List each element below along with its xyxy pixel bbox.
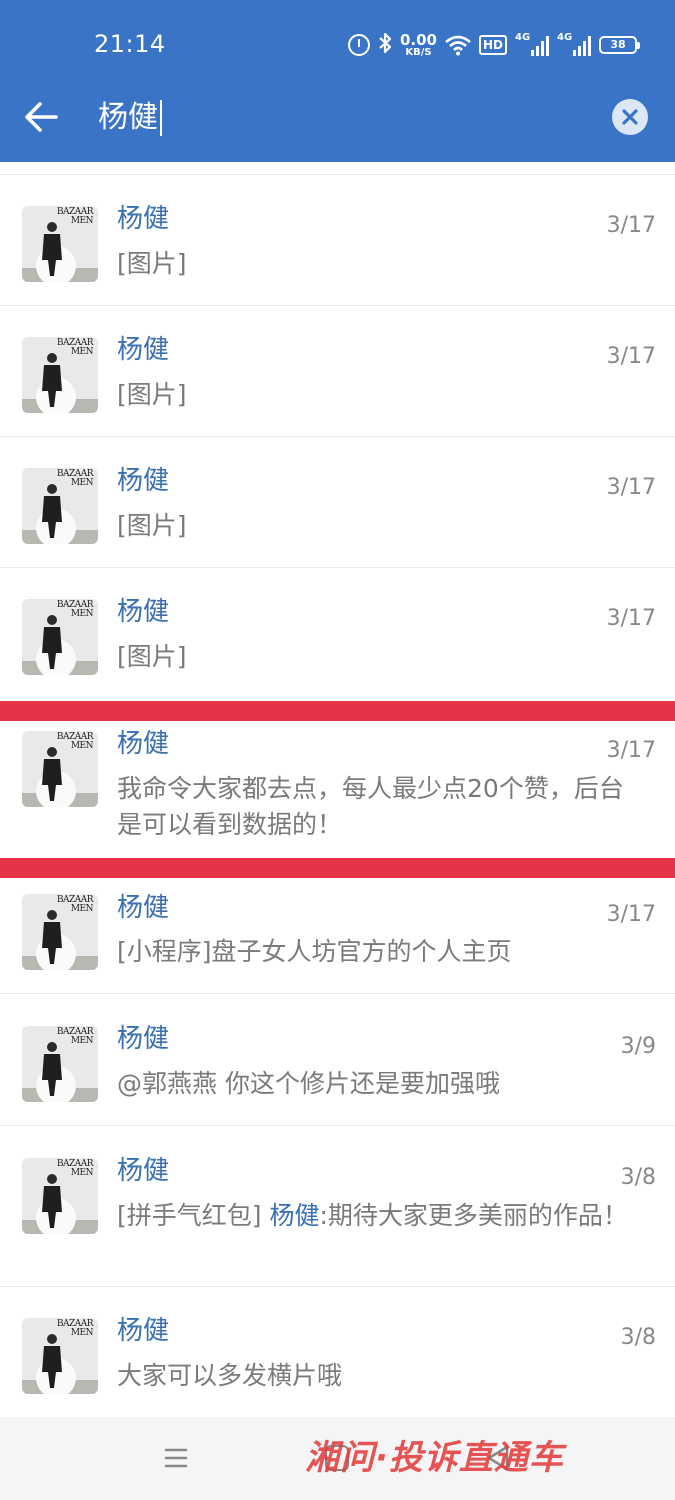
redpacket-text: :期待大家更多美丽的作品！ <box>319 1201 628 1230</box>
message-preview: [图片] <box>117 249 187 278</box>
search-query: 杨健 <box>98 100 158 135</box>
status-icons: 0.00 KB/S HD 4G 4G 38 <box>347 28 640 62</box>
back-arrow-icon[interactable] <box>22 97 60 137</box>
result-row[interactable]: BAZAAR MEN 杨健 3/17 [图片] <box>0 175 675 306</box>
result-row[interactable]: BAZAAR MEN 杨健 3/17 [图片] <box>0 306 675 437</box>
sender-name: 杨健 <box>117 204 170 234</box>
wifi-icon <box>445 34 471 56</box>
message-date: 3/9 <box>620 1034 656 1059</box>
avatar-magazine-logo: BAZAAR MEN <box>56 338 94 357</box>
avatar-magazine-logo: BAZAAR MEN <box>56 895 94 914</box>
message-preview-line2: 是可以看到数据的！ <box>117 810 343 839</box>
result-row[interactable]: BAZAAR MEN 杨健 3/17 [小程序]盘子女人坊官方的个人主页 <box>0 878 675 994</box>
avatar: BAZAAR MEN <box>22 1158 98 1234</box>
watermark-logo: 湘问·投诉直通车 <box>305 1438 564 1478</box>
highlight-bar-bottom <box>0 858 675 878</box>
result-row[interactable]: BAZAAR MEN 杨健 3/8 大家可以多发横片哦 <box>0 1287 675 1417</box>
sender-name: 杨健 <box>117 893 170 923</box>
sim2-label: 4G <box>557 32 573 43</box>
sender-name: 杨健 <box>117 729 170 759</box>
message-preview: [小程序]盘子女人坊官方的个人主页 <box>117 937 512 966</box>
avatar-magazine-logo: BAZAAR MEN <box>56 207 94 226</box>
sender-name: 杨健 <box>117 335 170 365</box>
text-caret <box>160 100 162 136</box>
net-speed-value: 0.00 <box>399 30 437 49</box>
alarm-icon <box>347 34 370 56</box>
message-date: 3/8 <box>620 1165 656 1190</box>
result-row-highlighted[interactable]: BAZAAR MEN 杨健 3/17 我命令大家都去点，每人最少点20个赞，后台 … <box>0 721 675 858</box>
sender-name: 杨健 <box>117 1316 170 1346</box>
battery-icon: 38 <box>599 36 640 54</box>
avatar-magazine-logo: BAZAAR MEN <box>56 732 94 751</box>
status-bar: 21:14 0.00 KB/S HD 4G 4G 38 <box>0 0 675 88</box>
avatar: BAZAAR MEN <box>22 337 98 413</box>
message-date: 3/17 <box>606 344 656 369</box>
message-date: 3/17 <box>606 738 656 763</box>
message-date: 3/17 <box>606 606 656 631</box>
avatar: BAZAAR MEN <box>22 894 98 970</box>
redpacket-tag: [拼手气红包] <box>117 1201 270 1230</box>
message-preview: @郭燕燕 你这个修片还是要加强哦 <box>117 1069 500 1098</box>
signal-sim1-icon: 4G <box>515 32 549 56</box>
result-row[interactable]: BAZAAR MEN 杨健 3/9 @郭燕燕 你这个修片还是要加强哦 <box>0 994 675 1126</box>
result-row[interactable]: BAZAAR MEN 杨健 3/8 [拼手气红包] 杨健:期待大家更多美丽的作品！ <box>0 1126 675 1287</box>
message-preview: [图片] <box>117 642 187 671</box>
sender-name: 杨健 <box>117 597 170 627</box>
sender-name: 杨健 <box>117 1024 170 1054</box>
result-row[interactable]: BAZAAR MEN 杨健 3/17 [图片] <box>0 568 675 701</box>
sender-name: 杨健 <box>117 1156 170 1186</box>
sender-name: 杨健 <box>117 466 170 496</box>
avatar: BAZAAR MEN <box>22 1318 98 1394</box>
hd-voice-icon: HD <box>478 35 507 55</box>
search-input[interactable]: 杨健 <box>98 100 162 136</box>
app-header: 21:14 0.00 KB/S HD 4G 4G 38 杨健 <box>0 0 675 162</box>
avatar: BAZAAR MEN <box>22 206 98 282</box>
menu-icon[interactable] <box>164 1446 188 1470</box>
message-date: 3/17 <box>606 475 656 500</box>
avatar-magazine-logo: BAZAAR MEN <box>56 1159 94 1178</box>
avatar: BAZAAR MEN <box>22 599 98 675</box>
message-preview: [拼手气红包] 杨健:期待大家更多美丽的作品！ <box>117 1198 653 1234</box>
clear-search-icon[interactable] <box>612 99 648 135</box>
signal-sim2-icon: 4G <box>557 32 591 56</box>
message-preview-line1: 我命令大家都去点，每人最少点20个赞，后台 <box>117 774 624 803</box>
message-preview: 大家可以多发横片哦 <box>117 1361 343 1390</box>
result-row[interactable]: BAZAAR MEN 杨健 3/17 [图片] <box>0 437 675 568</box>
message-date: 3/17 <box>606 213 656 238</box>
avatar-magazine-logo: BAZAAR MEN <box>56 600 94 619</box>
message-date: 3/17 <box>606 902 656 927</box>
message-date: 3/8 <box>620 1325 656 1350</box>
avatar-magazine-logo: BAZAAR MEN <box>56 1027 94 1046</box>
avatar: BAZAAR MEN <box>22 731 98 807</box>
redpacket-sender: 杨健 <box>269 1201 320 1230</box>
avatar-magazine-logo: BAZAAR MEN <box>56 469 94 488</box>
message-preview: [图片] <box>117 380 187 409</box>
avatar-magazine-logo: BAZAAR MEN <box>56 1319 94 1338</box>
bluetooth-icon <box>378 32 392 59</box>
highlight-bar-top <box>0 701 675 721</box>
status-time: 21:14 <box>94 30 166 58</box>
avatar: BAZAAR MEN <box>22 468 98 544</box>
avatar: BAZAAR MEN <box>22 1026 98 1102</box>
message-preview: [图片] <box>117 511 187 540</box>
network-speed: 0.00 KB/S <box>399 30 437 58</box>
sim1-label: 4G <box>515 32 531 43</box>
net-speed-unit: KB/S <box>405 46 432 58</box>
